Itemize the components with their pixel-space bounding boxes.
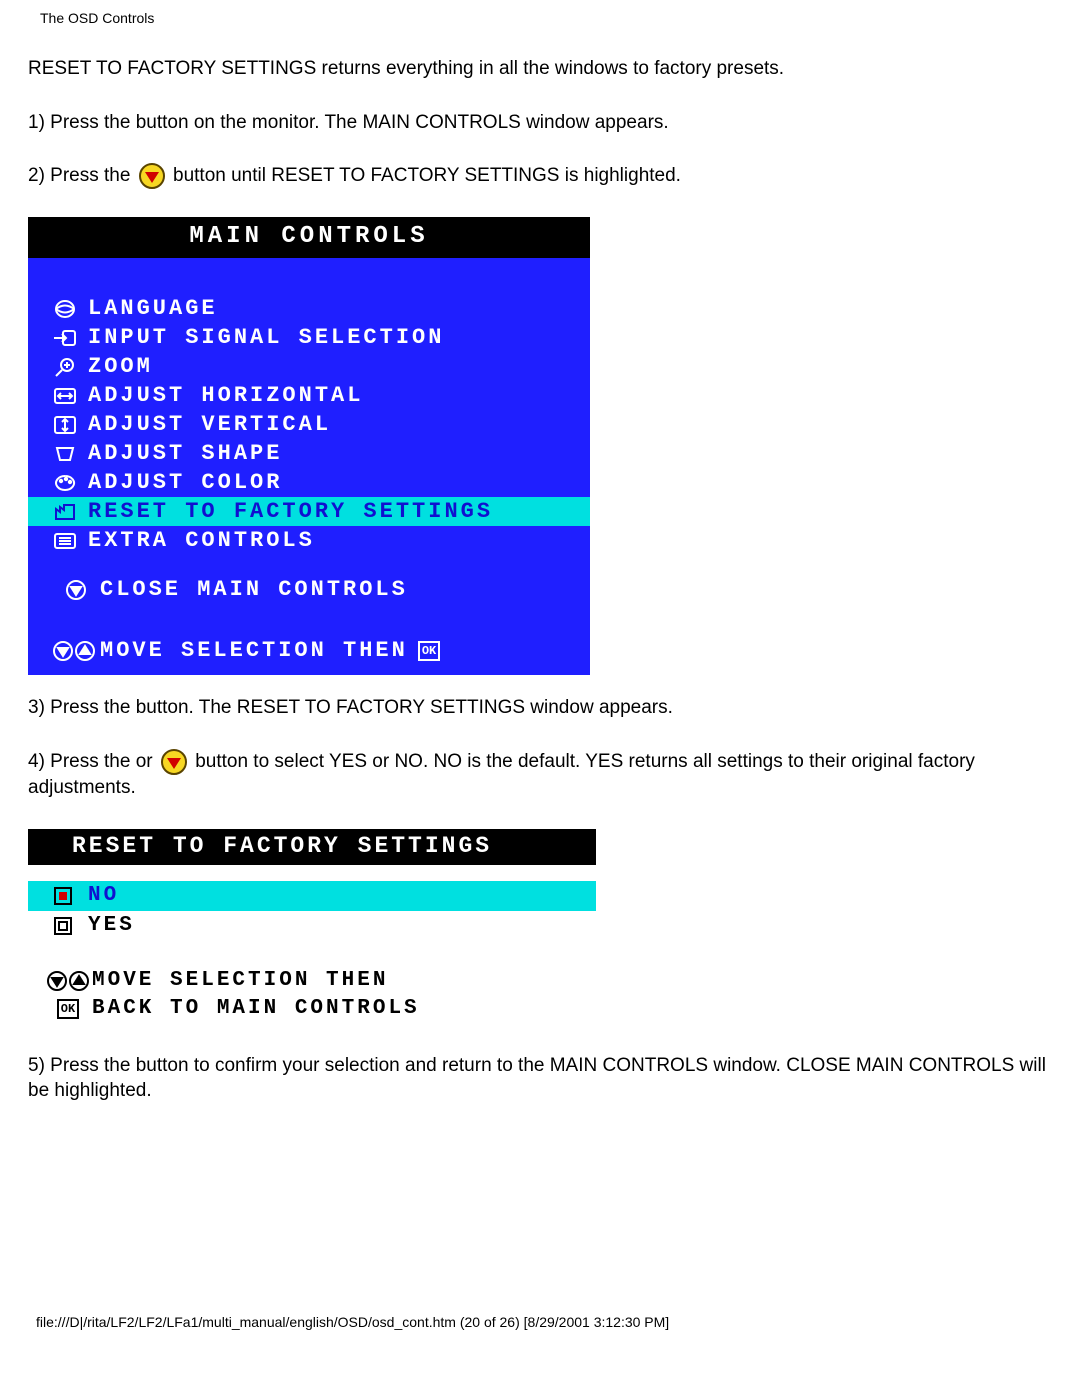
radio-unselected-icon [52, 915, 88, 937]
page-header: The OSD Controls [40, 10, 1052, 26]
osd-item-label: EXTRA CONTROLS [88, 528, 315, 553]
step-5: 5) Press the button to confirm your sele… [28, 1053, 1052, 1104]
osd-main-controls-window: MAIN CONTROLS LANGUAGE INPUT SIGNAL SELE… [28, 217, 590, 675]
step3-b: button. The RESET TO FACTORY SETTINGS wi… [136, 697, 673, 718]
osd2-body: NO YES [28, 865, 596, 1031]
osd-item-input-signal: INPUT SIGNAL SELECTION [28, 323, 590, 352]
ok-icon: OK [418, 641, 440, 661]
step4-a: 4) Press the [28, 751, 136, 772]
osd-item-label: ZOOM [88, 354, 153, 379]
input-signal-icon [52, 327, 88, 349]
intro-text: RESET TO FACTORY SETTINGS returns everyt… [28, 56, 1052, 82]
step-4: 4) Press the or button to select YES or … [28, 749, 1052, 801]
step-3: 3) Press the button. The RESET TO FACTOR… [28, 695, 1052, 721]
radio-selected-icon [52, 885, 88, 907]
osd-footer-label: MOVE SELECTION THEN [100, 638, 408, 663]
zoom-icon [52, 356, 88, 378]
adjust-vertical-icon [52, 414, 88, 436]
step-1: 1) Press the button on the monitor. The … [28, 110, 1052, 136]
osd-title: MAIN CONTROLS [28, 217, 590, 258]
osd-item-label: LANGUAGE [88, 296, 218, 321]
ok-dark-icon: OK [44, 999, 92, 1019]
adjust-shape-icon [52, 443, 88, 465]
osd-item-adjust-color: ADJUST COLOR [28, 468, 590, 497]
osd-item-label: INPUT SIGNAL SELECTION [88, 325, 444, 350]
step5-b: button to confirm your selection and ret… [28, 1055, 1046, 1102]
osd-item-label: ADJUST VERTICAL [88, 412, 331, 437]
factory-icon [52, 501, 88, 523]
step2-a: 2) Press the [28, 165, 136, 186]
osd2-title: RESET TO FACTORY SETTINGS [28, 829, 596, 865]
osd-item-adjust-horizontal: ADJUST HORIZONTAL [28, 381, 590, 410]
language-icon [52, 298, 88, 320]
step5-a: 5) Press the [28, 1055, 136, 1076]
step3-a: 3) Press the [28, 697, 136, 718]
osd2-option-no: NO [28, 881, 596, 911]
up-down-dark-icon [44, 970, 92, 992]
up-down-icon [52, 640, 100, 662]
adjust-horizontal-icon [52, 385, 88, 407]
down-arrow-button-icon [160, 749, 188, 775]
osd-footer: MOVE SELECTION THEN OK [28, 624, 590, 675]
page-footer-path: file:///D|/rita/LF2/LF2/LFa1/multi_manua… [28, 1314, 1052, 1330]
osd2-footer: MOVE SELECTION THEN OK BACK TO MAIN CONT… [28, 957, 596, 1031]
step2-b: button until RESET TO FACTORY SETTINGS i… [173, 165, 681, 186]
osd-close-main-controls: CLOSE MAIN CONTROLS [28, 575, 590, 604]
step1-a: 1) Press the [28, 112, 136, 133]
osd2-footer1-label: MOVE SELECTION THEN [92, 969, 388, 992]
osd-item-reset-factory: RESET TO FACTORY SETTINGS [28, 497, 590, 526]
osd-item-adjust-shape: ADJUST SHAPE [28, 439, 590, 468]
osd-item-language: LANGUAGE [28, 294, 590, 323]
osd-reset-window: RESET TO FACTORY SETTINGS NO YES [28, 829, 596, 1031]
osd-item-extra-controls: EXTRA CONTROLS [28, 526, 590, 555]
step4-b: or [136, 751, 158, 772]
extra-controls-icon [52, 530, 88, 552]
osd2-no-label: NO [88, 884, 119, 907]
close-down-icon [52, 579, 100, 601]
osd2-yes-label: YES [88, 914, 135, 937]
step1-b: button on the monitor. The MAIN CONTROLS… [136, 112, 669, 133]
osd-item-label: RESET TO FACTORY SETTINGS [88, 499, 493, 524]
osd-item-zoom: ZOOM [28, 352, 590, 381]
osd-body: LANGUAGE INPUT SIGNAL SELECTION ZOOM ADJ… [28, 258, 590, 624]
osd-item-adjust-vertical: ADJUST VERTICAL [28, 410, 590, 439]
osd2-footer2-label: BACK TO MAIN CONTROLS [92, 997, 420, 1020]
osd-item-label: ADJUST COLOR [88, 470, 282, 495]
osd2-option-yes: YES [28, 911, 596, 941]
osd-item-label: ADJUST HORIZONTAL [88, 383, 363, 408]
adjust-color-icon [52, 472, 88, 494]
step-2: 2) Press the button until RESET TO FACTO… [28, 163, 1052, 189]
osd-item-label: ADJUST SHAPE [88, 441, 282, 466]
osd-close-label: CLOSE MAIN CONTROLS [100, 577, 408, 602]
down-arrow-button-icon [138, 163, 166, 189]
